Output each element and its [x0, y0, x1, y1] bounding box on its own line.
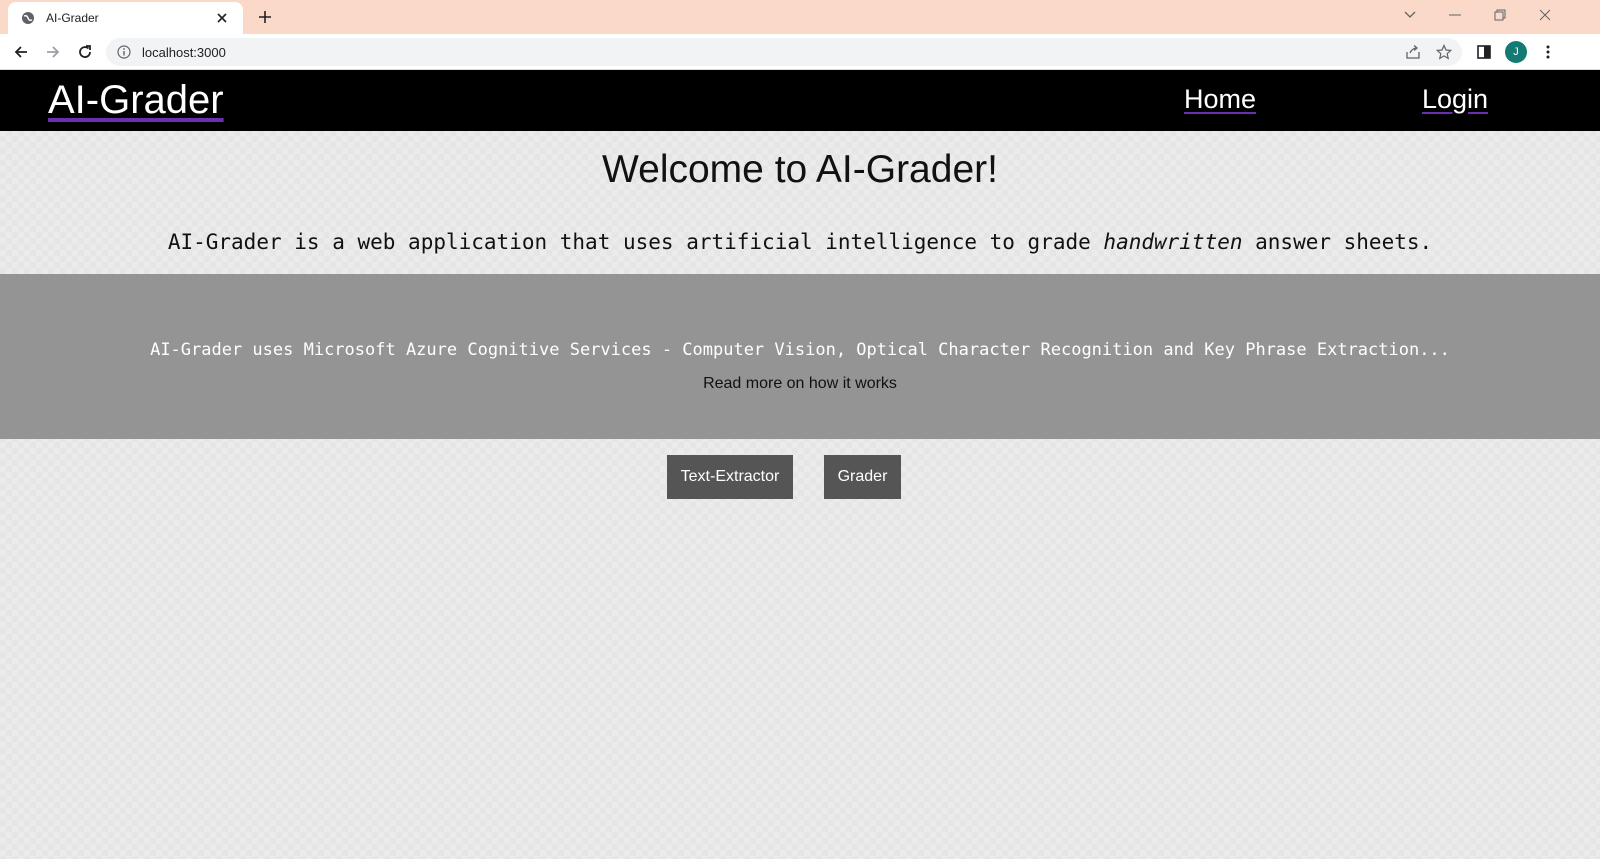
close-window-icon[interactable]	[1523, 0, 1567, 30]
browser-toolbar: localhost:3000 J	[0, 34, 1600, 70]
nav-home-link[interactable]: Home	[1184, 84, 1256, 115]
side-panel-icon[interactable]	[1472, 40, 1496, 64]
brand-logo-link[interactable]: AI-Grader	[48, 78, 224, 123]
read-more-link[interactable]: Read more on how it works	[703, 375, 897, 392]
read-more-row: Read more on how it works	[0, 375, 1600, 393]
info-band-text: AI-Grader uses Microsoft Azure Cognitive…	[150, 340, 1450, 360]
tagline-emphasis: handwritten	[1103, 230, 1243, 254]
site-info-icon[interactable]	[116, 44, 132, 60]
menu-kebab-icon[interactable]	[1536, 40, 1560, 64]
page-title: Welcome to AI-Grader!	[602, 148, 998, 191]
profile-avatar[interactable]: J	[1505, 41, 1527, 63]
browser-tab[interactable]: AI-Grader	[8, 2, 243, 34]
reload-icon[interactable]	[72, 39, 98, 65]
forward-arrow-icon[interactable]	[40, 39, 66, 65]
close-tab-icon[interactable]	[213, 9, 231, 27]
tab-search-icon[interactable]	[1388, 0, 1432, 30]
tagline-before: AI-Grader is a web application that uses…	[167, 230, 1104, 254]
page-content: AI-Grader Home Login Welcome to AI-Grade…	[0, 70, 1600, 859]
share-icon[interactable]	[1401, 40, 1425, 64]
minimize-icon[interactable]	[1433, 0, 1477, 30]
restore-icon[interactable]	[1478, 0, 1522, 30]
bookmark-star-icon[interactable]	[1432, 40, 1456, 64]
tagline: AI-Grader is a web application that uses…	[0, 230, 1600, 254]
tab-title: AI-Grader	[46, 11, 99, 25]
globe-icon	[20, 10, 36, 26]
grader-button[interactable]: Grader	[824, 455, 901, 499]
text-extractor-button[interactable]: Text-Extractor	[667, 455, 793, 499]
browser-tabstrip: AI-Grader	[0, 0, 1600, 34]
nav-login-link[interactable]: Login	[1422, 84, 1488, 115]
url-text: localhost:3000	[142, 44, 226, 60]
site-navbar: AI-Grader Home Login	[0, 70, 1600, 131]
back-arrow-icon[interactable]	[8, 39, 34, 65]
new-tab-icon[interactable]	[254, 6, 276, 28]
address-bar[interactable]: localhost:3000	[106, 38, 1462, 66]
tagline-after: answer sheets.	[1242, 230, 1433, 254]
info-band: AI-Grader uses Microsoft Azure Cognitive…	[0, 274, 1600, 439]
